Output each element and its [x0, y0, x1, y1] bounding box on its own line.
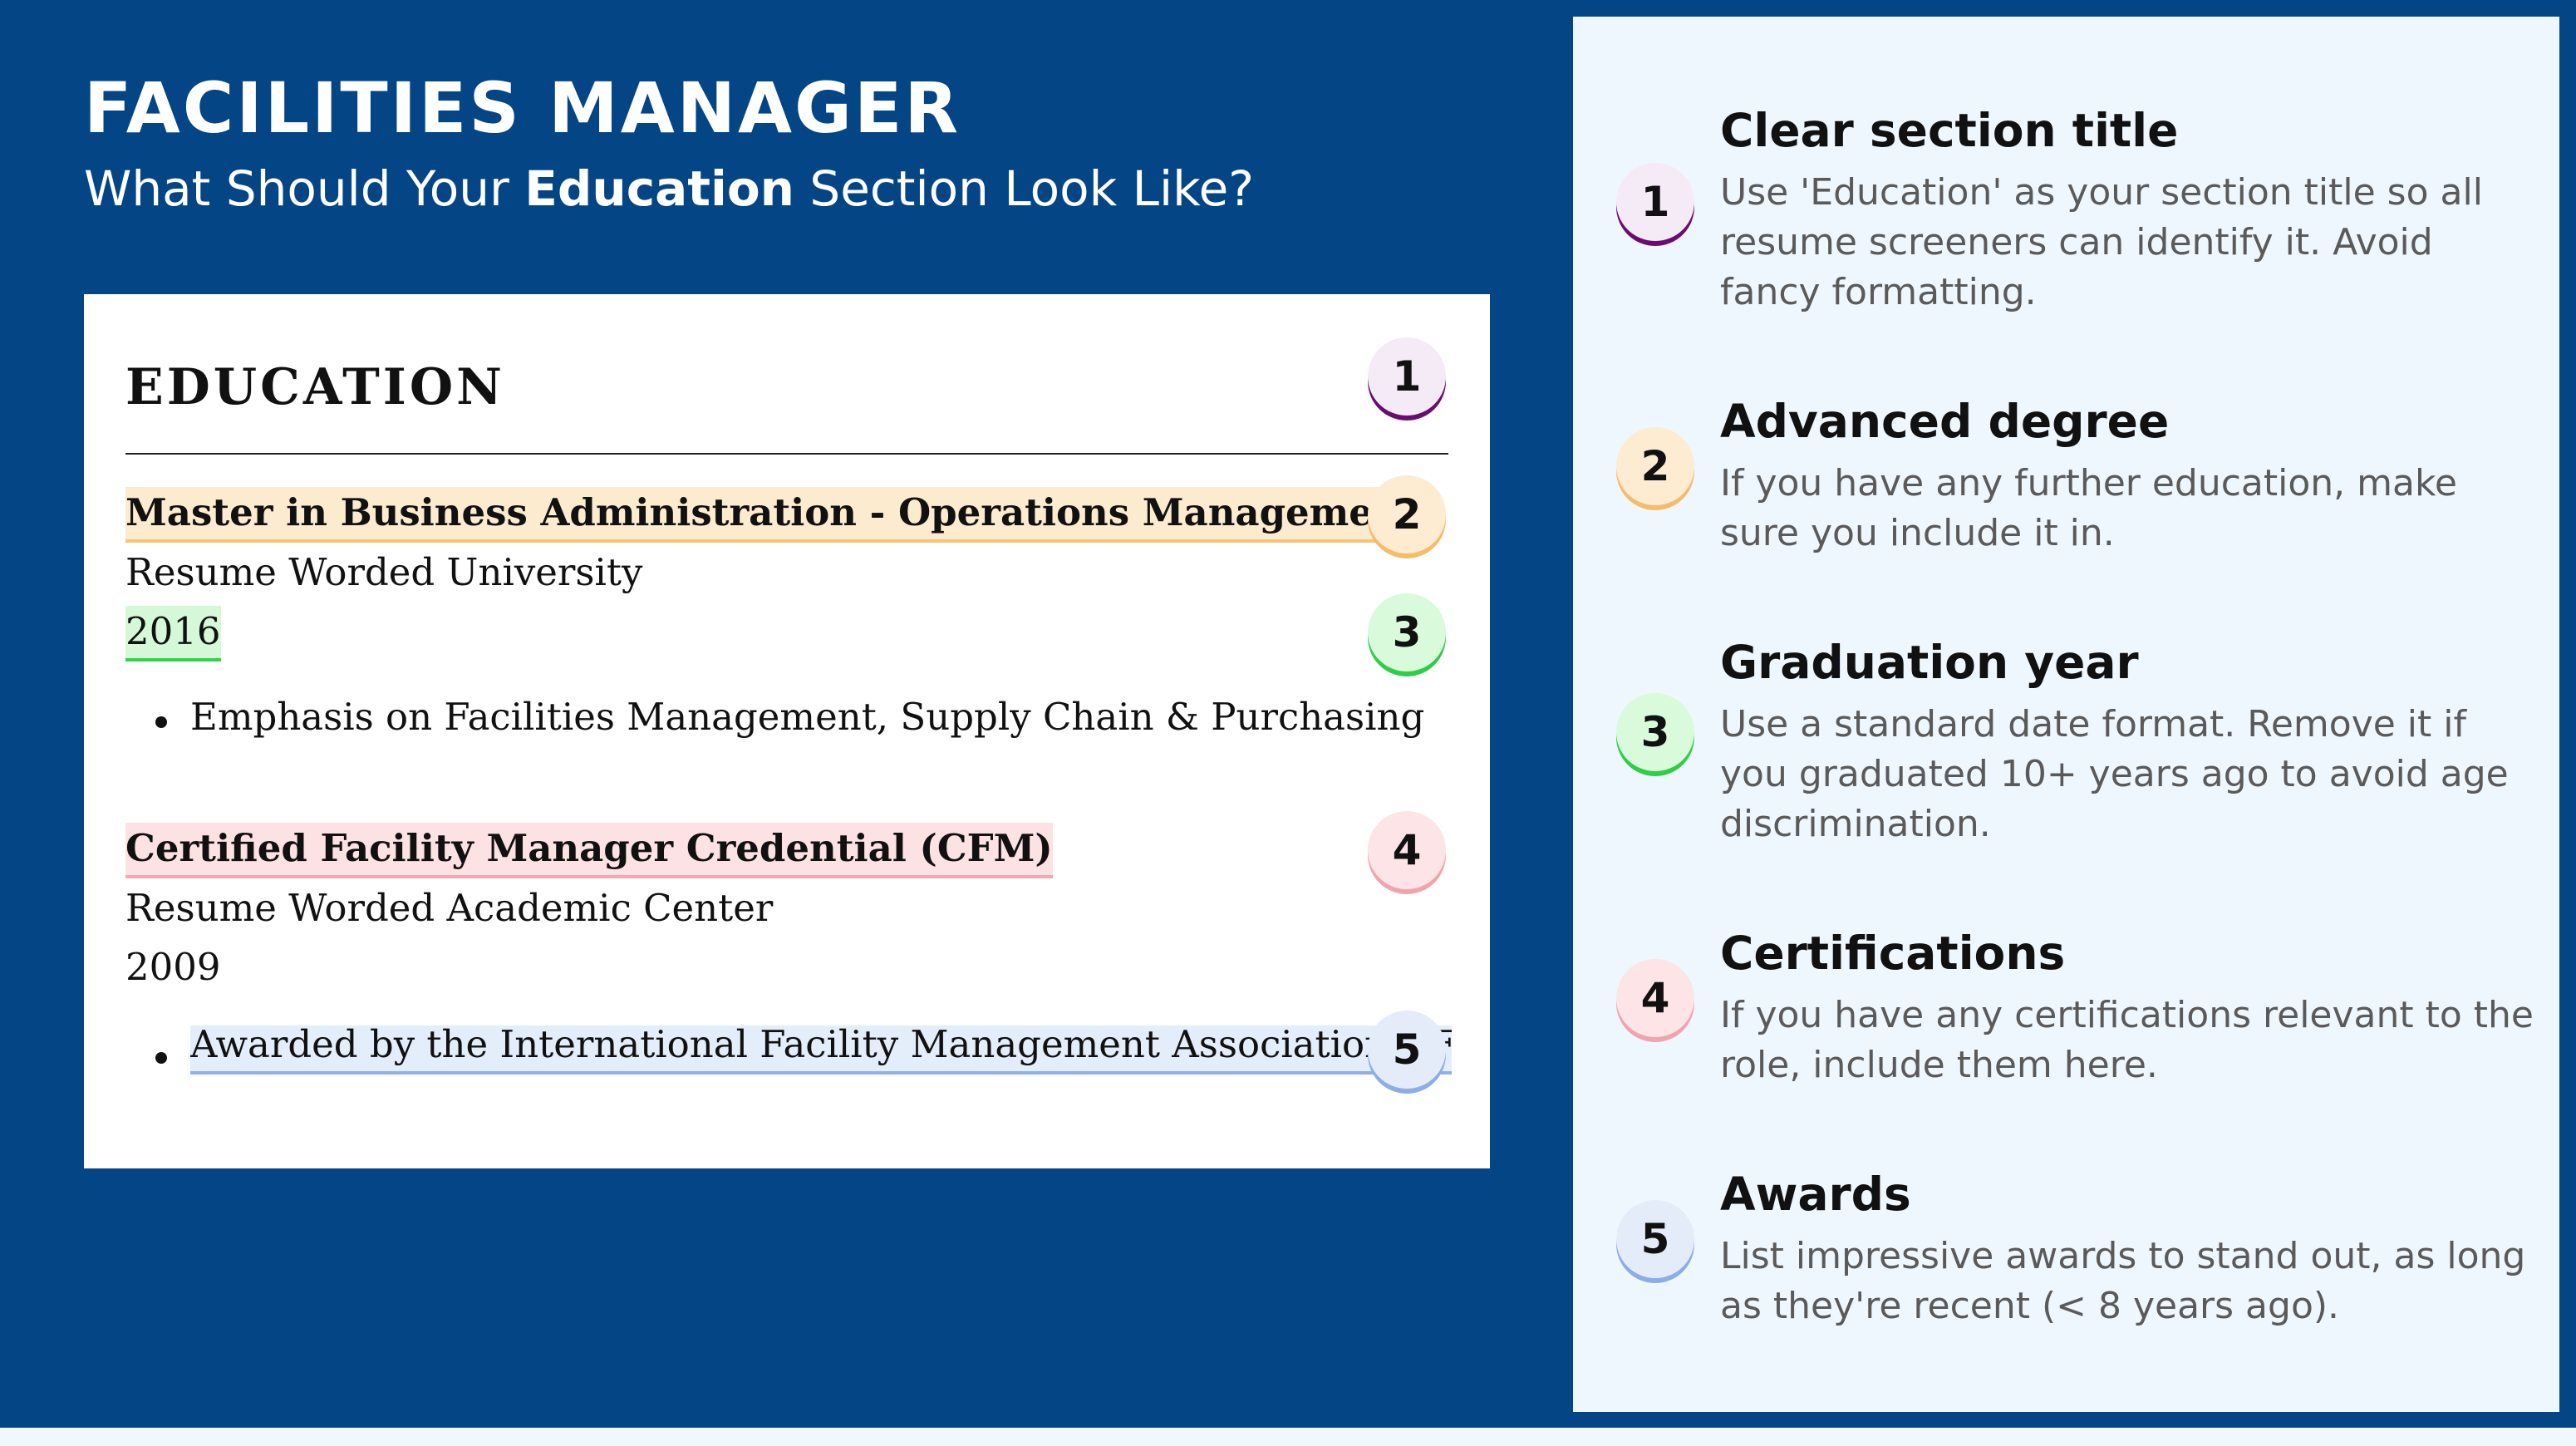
tip-5-title: Awards [1720, 1168, 1911, 1221]
tip-3-title: Graduation year [1720, 636, 2139, 689]
education-heading: EDUCATION [125, 358, 505, 416]
badge-4: 4 [1368, 811, 1446, 889]
school-1: Resume Worded University [125, 550, 643, 594]
bullet-2-highlight: Awarded by the International Facility Ma… [190, 1025, 1452, 1075]
page-title: FACILITIES MANAGER [84, 67, 961, 149]
tip-2-badge: 2 [1616, 427, 1694, 505]
year-1-highlight: 2016 [125, 606, 221, 662]
badge-3: 3 [1368, 593, 1446, 671]
award-line-clip: Awarded by the International Facility Ma… [190, 1025, 1452, 1092]
degree-1-highlight: Master in Business Administration - Oper… [125, 487, 1418, 543]
badge-1: 1 [1368, 337, 1446, 416]
school-2: Resume Worded Academic Center [125, 886, 774, 930]
tip-1-title: Clear section title [1720, 104, 2179, 157]
subtitle-pre: What Should Your [84, 160, 525, 217]
tip-3-body: Use a standard date format. Remove it if… [1720, 703, 2509, 845]
degree-1: Master in Business Administration - Oper… [125, 487, 1418, 543]
bullet-1: Emphasis on Facilities Management, Suppl… [190, 695, 1425, 739]
tip-2-body: If you have any further education, make … [1720, 462, 2457, 554]
bullet-dot-1 [155, 716, 167, 728]
tip-4-badge: 4 [1616, 959, 1694, 1037]
tip-3-badge: 3 [1616, 693, 1694, 771]
tip-1-badge: 1 [1616, 163, 1694, 241]
year-2: 2009 [125, 945, 221, 989]
tip-5-badge: 5 [1616, 1200, 1694, 1278]
tips-panel: Clear section title 1 Use 'Education' as… [1573, 17, 2559, 1412]
bullet-2: Awarded by the International Facility Ma… [190, 1025, 1452, 1075]
bullet-dot-2 [155, 1052, 167, 1064]
badge-5: 5 [1368, 1011, 1446, 1089]
subtitle-bold: Education [524, 160, 794, 217]
degree-2-highlight: Certified Facility Manager Credential (C… [125, 823, 1053, 878]
badge-2: 2 [1368, 475, 1446, 553]
year-1: 2016 [125, 606, 221, 662]
tip-1-body: Use 'Education' as your section title so… [1720, 171, 2483, 313]
tip-2-title: Advanced degree [1720, 395, 2170, 448]
degree-2: Certified Facility Manager Credential (C… [125, 823, 1053, 878]
tip-4-body: If you have any certifications relevant … [1720, 994, 2534, 1086]
resume-card: EDUCATION 1 Master in Business Administr… [84, 294, 1490, 1168]
subtitle-post: Section Look Like? [794, 160, 1255, 217]
tip-5-body: List impressive awards to stand out, as … [1720, 1235, 2526, 1327]
page-subtitle: What Should Your Education Section Look … [84, 165, 1254, 213]
heading-divider [125, 453, 1448, 455]
tip-4-title: Certifications [1720, 927, 2066, 980]
